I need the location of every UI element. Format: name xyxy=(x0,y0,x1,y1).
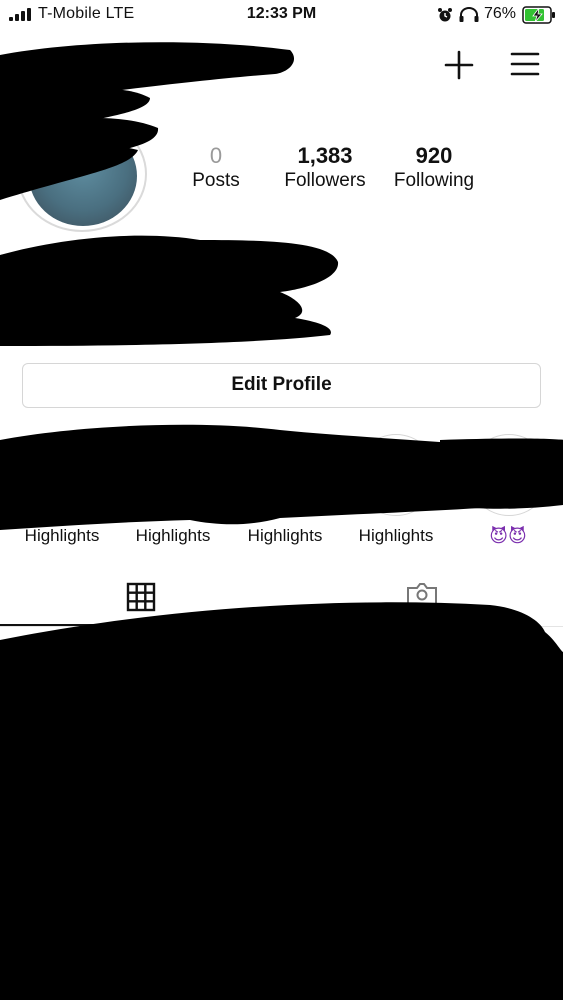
followers-count: 1,383 xyxy=(297,143,353,168)
activity-icon[interactable] xyxy=(380,962,408,982)
followers-label: Followers xyxy=(284,170,366,191)
tabs-divider xyxy=(0,626,563,627)
battery-percent: 76% xyxy=(484,5,517,22)
highlight-circle[interactable] xyxy=(244,434,326,516)
posts-count: 0 xyxy=(209,143,223,168)
alarm-icon xyxy=(438,8,452,22)
headphones-icon xyxy=(459,7,479,22)
tagged-icon[interactable] xyxy=(406,582,438,610)
following-stat[interactable]: 920 Following xyxy=(386,143,482,192)
posts-stat: 0 Posts xyxy=(176,143,256,192)
highlight-label[interactable]: Highlights xyxy=(230,526,340,546)
story-highlights: Highlights Highlights Highlights Highlig… xyxy=(0,434,563,554)
highlight-circle[interactable] xyxy=(21,434,103,516)
following-count: 920 xyxy=(415,143,453,168)
plus-icon[interactable] xyxy=(444,50,474,80)
edit-profile-button[interactable]: Edit Profile xyxy=(22,363,541,408)
home-icon[interactable] xyxy=(40,962,64,982)
grid-icon[interactable] xyxy=(126,582,156,612)
shop-icon[interactable] xyxy=(268,962,296,982)
highlight-circle[interactable] xyxy=(355,434,437,516)
highlight-circle[interactable] xyxy=(468,434,550,516)
highlight-label[interactable]: Highlights xyxy=(341,526,451,546)
status-bar: T-Mobile LTE 12:33 PM 76% xyxy=(0,0,563,30)
posts-label: Posts xyxy=(192,170,240,191)
following-label: Following xyxy=(393,170,475,191)
battery-icon xyxy=(522,6,555,24)
highlight-label[interactable]: Highlights xyxy=(7,526,117,546)
highlight-circle[interactable] xyxy=(132,434,214,516)
avatar[interactable] xyxy=(17,116,147,232)
highlight-label[interactable]: 😈😈 xyxy=(453,526,563,547)
highlight-label[interactable]: Highlights xyxy=(118,526,228,546)
followers-stat[interactable]: 1,383 Followers xyxy=(276,143,374,192)
avatar-image xyxy=(29,126,137,226)
menu-icon[interactable] xyxy=(510,51,540,77)
